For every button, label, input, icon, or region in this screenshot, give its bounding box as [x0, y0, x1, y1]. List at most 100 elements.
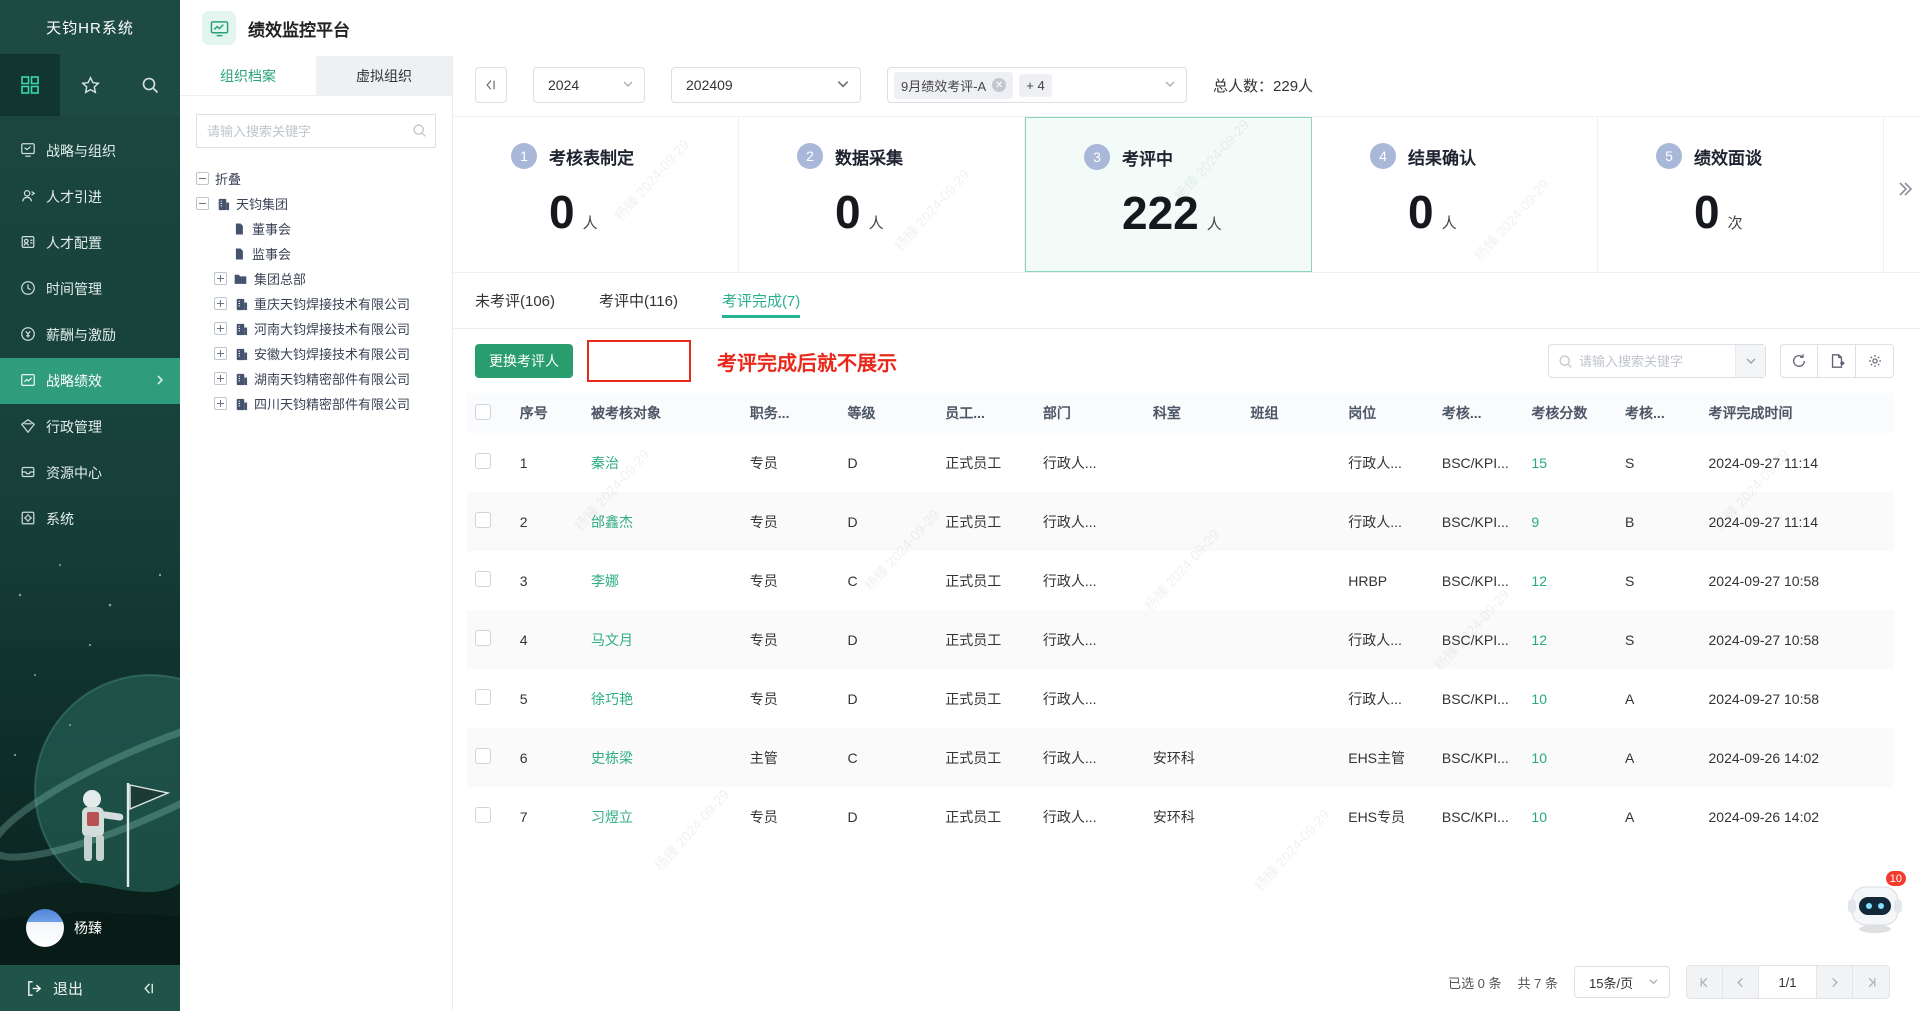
cell: 行政人... — [1043, 514, 1097, 530]
row-checkbox[interactable] — [475, 512, 491, 528]
table-row[interactable]: 3李娜专员C正式员工行政人...HRBPBSC/KPI...12S2024-09… — [467, 551, 1894, 610]
employee-name-link[interactable]: 秦治 — [591, 455, 619, 471]
sidebar-item-时间管理[interactable]: 时间管理 — [0, 266, 180, 312]
org-tab-虚拟组织[interactable]: 虚拟组织 — [316, 56, 452, 95]
table-row[interactable]: 6史栋梁主管C正式员工行政人...安环科EHS主管BSC/KPI...10A20… — [467, 728, 1894, 787]
score-value[interactable]: 12 — [1531, 573, 1547, 589]
tree-expander-icon[interactable] — [214, 322, 227, 335]
score-value[interactable]: 15 — [1531, 455, 1547, 471]
employee-name-link[interactable]: 李娜 — [591, 573, 619, 589]
tree-node-四川天钧精密部件有限公司[interactable]: 四川天钧精密部件有限公司 — [196, 391, 442, 416]
sidebar-item-人才配置[interactable]: 人才配置 — [0, 220, 180, 266]
tree-expander-icon[interactable] — [214, 272, 227, 285]
stage-value: 0 — [1694, 185, 1720, 239]
stage-value: 0 — [549, 185, 575, 239]
remove-tag-icon[interactable]: ✕ — [992, 78, 1006, 92]
period-select[interactable]: 202409 — [671, 67, 861, 103]
stage-card-数据采集[interactable]: 2数据采集0人 — [739, 117, 1025, 272]
stage-card-考核表制定[interactable]: 1考核表制定0人 — [453, 117, 739, 272]
last-page-button[interactable] — [1853, 966, 1889, 998]
tree-expander-icon[interactable] — [214, 397, 227, 410]
score-value[interactable]: 10 — [1531, 691, 1547, 707]
sidebar-item-行政管理[interactable]: 行政管理 — [0, 404, 180, 450]
apps-grid-icon[interactable] — [0, 54, 60, 116]
page-size-select[interactable]: 15条/页 — [1574, 966, 1670, 998]
tree-expander-icon[interactable] — [214, 372, 227, 385]
tree-node-天钧集团[interactable]: 天钧集团 — [196, 191, 442, 216]
sidebar-item-战略绩效[interactable]: 战略绩效 — [0, 358, 180, 404]
tree-node-集团总部[interactable]: 集团总部 — [196, 266, 442, 291]
status-tab-考评完成(7)[interactable]: 考评完成(7) — [722, 273, 800, 328]
stage-card-结果确认[interactable]: 4结果确认0人 — [1312, 117, 1598, 272]
table-row[interactable]: 1秦治专员D正式员工行政人...行政人...BSC/KPI...15S2024-… — [467, 433, 1894, 492]
tree-expander-icon[interactable] — [214, 347, 227, 360]
tree-node-安徽大钧焊接技术有限公司[interactable]: 安徽大钧焊接技术有限公司 — [196, 341, 442, 366]
plan-multiselect[interactable]: 9月绩效考评-A ✕ + 4 — [887, 67, 1187, 103]
cell: A — [1625, 691, 1634, 707]
prev-page-button[interactable] — [1723, 966, 1759, 998]
first-page-button[interactable] — [1687, 966, 1723, 998]
employee-name-link[interactable]: 习煜立 — [591, 809, 633, 825]
tree-node-折叠[interactable]: 折叠 — [196, 166, 442, 191]
status-tab-未考评(106)[interactable]: 未考评(106) — [475, 273, 555, 328]
chat-assistant-button[interactable]: 10 — [1844, 873, 1906, 935]
sidebar-item-资源中心[interactable]: 资源中心 — [0, 450, 180, 496]
score-value[interactable]: 9 — [1531, 514, 1539, 530]
tree-expander-icon[interactable] — [196, 172, 209, 185]
search-options-dropdown[interactable] — [1735, 345, 1765, 377]
tree-node-湖南天钧精密部件有限公司[interactable]: 湖南天钧精密部件有限公司 — [196, 366, 442, 391]
row-checkbox[interactable] — [475, 630, 491, 646]
change-assessor-button[interactable]: 更换考评人 — [475, 344, 573, 378]
row-checkbox[interactable] — [475, 748, 491, 764]
org-search-input[interactable] — [196, 114, 436, 148]
employee-name-link[interactable]: 马文月 — [591, 632, 633, 648]
row-checkbox[interactable] — [475, 571, 491, 587]
select-all-checkbox[interactable] — [475, 404, 491, 420]
org-panel-tabs: 组织档案虚拟组织 — [180, 56, 452, 96]
sidebar-item-战略与组织[interactable]: 战略与组织 — [0, 128, 180, 174]
tree-node-重庆天钧焊接技术有限公司[interactable]: 重庆天钧焊接技术有限公司 — [196, 291, 442, 316]
user-row[interactable]: 杨臻 — [0, 897, 180, 959]
avatar[interactable] — [26, 909, 64, 947]
stage-card-绩效面谈[interactable]: 5绩效面谈0次 — [1598, 117, 1884, 272]
table-row[interactable]: 7习煜立专员D正式员工行政人...安环科EHS专员BSC/KPI...10A20… — [467, 787, 1894, 846]
double-chevron-right-icon[interactable] — [1894, 179, 1914, 204]
collapse-panel-button[interactable] — [475, 67, 507, 103]
tree-node-河南大钧焊接技术有限公司[interactable]: 河南大钧焊接技术有限公司 — [196, 316, 442, 341]
employee-name-link[interactable]: 邰鑫杰 — [591, 514, 633, 530]
logout-button[interactable]: 退出 — [26, 978, 83, 999]
tree-expander-icon[interactable] — [214, 297, 227, 310]
score-value[interactable]: 10 — [1531, 750, 1547, 766]
collapse-sidebar-icon[interactable] — [141, 981, 156, 996]
org-tab-组织档案[interactable]: 组织档案 — [180, 56, 316, 95]
score-value[interactable]: 12 — [1531, 632, 1547, 648]
table-search-input[interactable] — [1579, 354, 1735, 369]
export-file-icon[interactable] — [1818, 344, 1856, 378]
cell: C — [848, 573, 858, 589]
sidebar-item-人才引进[interactable]: 人才引进 — [0, 174, 180, 220]
gear-icon[interactable] — [1856, 344, 1894, 378]
status-tab-考评中(116)[interactable]: 考评中(116) — [599, 273, 678, 328]
table-row[interactable]: 4马文月专员D正式员工行政人...行政人...BSC/KPI...12S2024… — [467, 610, 1894, 669]
sidebar-item-薪酬与激励[interactable]: 薪酬与激励 — [0, 312, 180, 358]
row-checkbox[interactable] — [475, 453, 491, 469]
refresh-icon[interactable] — [1780, 344, 1818, 378]
year-select[interactable]: 2024 — [533, 67, 645, 103]
tree-node-董事会[interactable]: 董事会 — [196, 216, 442, 241]
table-row[interactable]: 2邰鑫杰专员D正式员工行政人...行政人...BSC/KPI...9B2024-… — [467, 492, 1894, 551]
employee-name-link[interactable]: 徐巧艳 — [591, 691, 633, 707]
score-value[interactable]: 10 — [1531, 809, 1547, 825]
search-icon[interactable] — [120, 54, 180, 116]
table-row[interactable]: 5徐巧艳专员D正式员工行政人...行政人...BSC/KPI...10A2024… — [467, 669, 1894, 728]
page-size-value: 15条/页 — [1589, 973, 1633, 992]
employee-name-link[interactable]: 史栋梁 — [591, 750, 633, 766]
next-page-button[interactable] — [1817, 966, 1853, 998]
row-checkbox[interactable] — [475, 807, 491, 823]
stage-card-考评中[interactable]: 3考评中222人 — [1025, 117, 1312, 272]
sidebar-item-label: 薪酬与激励 — [46, 325, 116, 345]
sidebar-item-系统[interactable]: 系统 — [0, 496, 180, 542]
favorites-star-icon[interactable] — [60, 54, 120, 116]
row-checkbox[interactable] — [475, 689, 491, 705]
tree-node-监事会[interactable]: 监事会 — [196, 241, 442, 266]
tree-expander-icon[interactable] — [196, 197, 209, 210]
